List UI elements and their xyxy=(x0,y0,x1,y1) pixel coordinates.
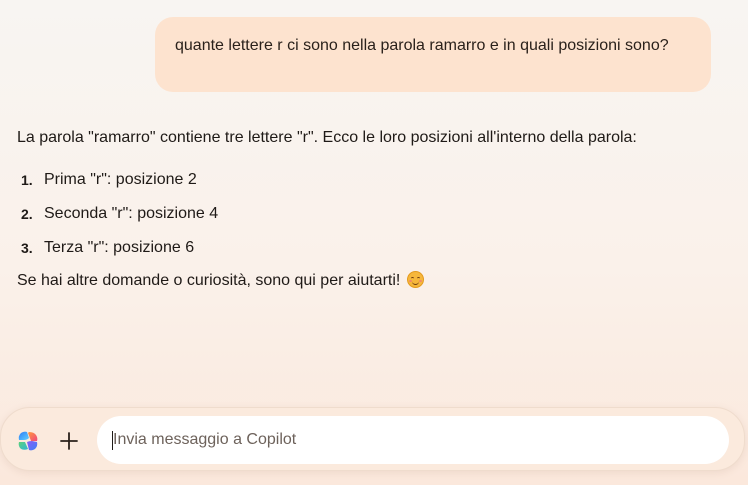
copilot-logo-icon[interactable] xyxy=(16,429,40,453)
smiling-face-emoji-icon xyxy=(406,271,424,288)
list-item-number: 2. xyxy=(21,206,33,222)
plus-icon[interactable] xyxy=(56,428,82,454)
message-composer xyxy=(0,407,745,471)
list-item-number: 1. xyxy=(21,172,33,188)
assistant-response: La parola "ramarro" contiene tre lettere… xyxy=(17,125,732,294)
list-item: 2. Seconda "r": posizione 4 xyxy=(17,197,732,231)
list-item-text: Terza "r": posizione 6 xyxy=(44,239,195,256)
list-item-text: Prima "r": posizione 2 xyxy=(44,171,197,188)
text-cursor xyxy=(112,431,113,450)
assistant-outro-text: Se hai altre domande o curiosità, sono q… xyxy=(17,272,401,289)
message-input[interactable] xyxy=(97,416,729,464)
list-item-number: 3. xyxy=(21,240,33,256)
assistant-intro: La parola "ramarro" contiene tre lettere… xyxy=(17,129,637,146)
list-item: 3. Terza "r": posizione 6 xyxy=(17,231,732,265)
list-item-text: Seconda "r": posizione 4 xyxy=(44,205,219,222)
user-message-bubble: quante lettere r ci sono nella parola ra… xyxy=(155,17,711,92)
list-item: 1. Prima "r": posizione 2 xyxy=(17,163,732,197)
user-message-text: quante lettere r ci sono nella parola ra… xyxy=(175,37,669,54)
positions-list: 1. Prima "r": posizione 2 2. Seconda "r"… xyxy=(17,163,732,265)
assistant-outro: Se hai altre domande o curiosità, sono q… xyxy=(17,268,732,294)
